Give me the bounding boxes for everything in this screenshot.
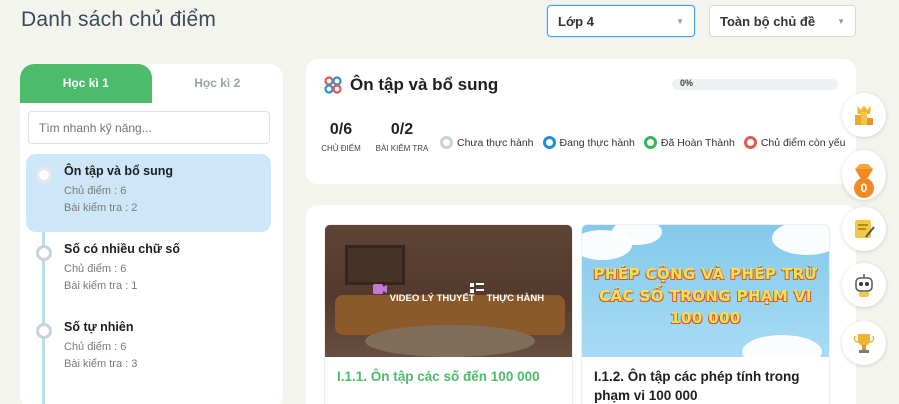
lesson-banner-text: PHÉP CỘNG VÀ PHÉP TRỪ CÁC SỐ TRONG PHẠM … — [582, 263, 829, 329]
video-theory-label: VIDEO LÝ THUYẾT — [389, 293, 475, 304]
video-theory-button[interactable]: VIDEO LÝ THUYẾT — [373, 283, 475, 304]
skill-tests-count: Bài kiểm tra : 2 — [64, 202, 138, 214]
topics-count: 0/6 — [329, 121, 353, 138]
banner-line: PHÉP CỘNG VÀ PHÉP TRỪ — [593, 265, 818, 283]
page-title: Danh sách chủ điểm — [21, 8, 217, 31]
gem-count-badge: 0 — [854, 178, 874, 198]
chevron-down-icon: ▼ — [676, 16, 684, 26]
tests-label: Bài kiểm tra — [375, 144, 429, 153]
lesson-thumbnail: VIDEO LÝ THUYẾT THỰC HÀNH — [325, 225, 572, 357]
summary-header: Ôn tập và bổ sung — [324, 75, 498, 95]
apps-icon — [324, 76, 342, 94]
skill-item[interactable]: Ôn tập và bổ sung Chủ điểm : 6 Bài kiểm … — [26, 154, 271, 232]
skill-name: Ôn tập và bổ sung — [64, 164, 174, 178]
legend-label: Chưa thực hành — [457, 136, 534, 149]
status-ring-icon — [643, 136, 657, 149]
certificate-button[interactable] — [842, 207, 886, 251]
status-ring-icon — [542, 136, 556, 149]
certificate-icon — [855, 220, 875, 238]
skill-item[interactable]: Số có nhiều chữ số Chủ điểm : 6 Bài kiểm… — [26, 232, 271, 310]
progress-bar: 0% — [672, 78, 838, 90]
grade-select-value: Lớp 4 — [558, 13, 594, 29]
skill-search-input[interactable] — [28, 111, 270, 144]
skill-topics-count: Chủ điểm : 6 — [64, 341, 127, 353]
robot-icon — [855, 274, 873, 297]
topics-label: Chủ điểm — [321, 144, 361, 153]
legend-in-progress: Đang thực hành — [542, 136, 635, 149]
legend-completed: Đã Hoàn Thành — [643, 136, 735, 149]
semester-tabs: Học kì 1 Học kì 2 — [20, 64, 283, 103]
legend-label: Đã Hoàn Thành — [660, 136, 735, 149]
legend-not-started: Chưa thực hành — [440, 136, 534, 149]
status-dot-icon — [36, 245, 52, 261]
lesson-thumbnail: PHÉP CỘNG VÀ PHÉP TRỪ CÁC SỐ TRONG PHẠM … — [582, 225, 829, 357]
legend-label: Chủ điểm còn yếu — [760, 136, 846, 149]
status-legend: Chưa thực hành Đang thực hành Đã Hoàn Th… — [440, 136, 845, 149]
lesson-title: I.1.2. Ôn tập các phép tính trong phạm v… — [594, 369, 800, 403]
banner-line: 100 000 — [670, 309, 741, 327]
progress-percent: 0% — [680, 78, 694, 88]
skill-name: Số có nhiều chữ số — [64, 242, 181, 256]
skill-name: Số tự nhiên — [64, 320, 134, 334]
ranking-button[interactable] — [842, 93, 886, 137]
legend-weak: Chủ điểm còn yếu — [743, 136, 846, 149]
lesson-card[interactable]: PHÉP CỘNG VÀ PHÉP TRỪ CÁC SỐ TRONG PHẠM … — [581, 224, 830, 404]
practice-label: THỰC HÀNH — [486, 293, 545, 304]
chevron-down-icon: ▼ — [837, 16, 845, 26]
skills-list-container: Ôn tập và bổ sung Chủ điểm : 6 Bài kiểm … — [26, 103, 275, 404]
gems-button[interactable]: 0 — [842, 150, 886, 200]
topics-stat: 0/6 Chủ điểm — [306, 121, 376, 153]
grade-select[interactable]: Lớp 4 ▼ — [547, 5, 695, 37]
lesson-title: I.1.1. Ôn tập các số đến 100 000 — [337, 369, 540, 384]
tab-semester-1[interactable]: Học kì 1 — [20, 64, 152, 103]
skill-topics-count: Chủ điểm : 6 — [64, 263, 127, 275]
topic-select[interactable]: Toàn bộ chủ đề ▼ — [709, 5, 856, 37]
status-dot-icon — [36, 323, 52, 339]
topic-select-value: Toàn bộ chủ đề — [720, 13, 816, 29]
skill-summary-card: Ôn tập và bổ sung 0% 0/6 Chủ điểm 0/2 Bà… — [306, 59, 856, 184]
trophy-icon — [853, 334, 875, 353]
summary-title: Ôn tập và bổ sung — [350, 75, 499, 94]
skill-tests-count: Bài kiểm tra : 3 — [64, 358, 138, 370]
robot-button[interactable] — [842, 263, 886, 307]
ranking-icon — [855, 105, 873, 125]
tab-semester-2[interactable]: Học kì 2 — [152, 64, 284, 103]
status-ring-icon — [743, 136, 757, 149]
tests-count: 0/2 — [390, 121, 414, 138]
trophy-button[interactable] — [842, 321, 886, 365]
skill-item[interactable]: Số tự nhiên Chủ điểm : 6 Bài kiểm tra : … — [26, 310, 271, 388]
banner-line: CÁC SỐ TRONG PHẠM VI — [599, 287, 812, 305]
lessons-panel: VIDEO LÝ THUYẾT THỰC HÀNH I.1.1. Ôn tập … — [306, 205, 856, 404]
tests-stat: 0/2 Bài kiểm tra — [372, 121, 432, 153]
status-ring-icon — [440, 136, 453, 149]
legend-label: Đang thực hành — [559, 136, 635, 149]
status-dot-icon — [36, 167, 52, 183]
cloud-illustration — [772, 225, 829, 255]
cloud-illustration — [742, 335, 822, 357]
skills-panel: Học kì 1 Học kì 2 Ôn tập và bổ sung Chủ … — [20, 64, 283, 404]
practice-icon — [470, 283, 484, 293]
video-icon — [373, 284, 387, 294]
practice-button[interactable]: THỰC HÀNH — [470, 283, 544, 304]
skill-tests-count: Bài kiểm tra : 1 — [64, 280, 138, 292]
skill-topics-count: Chủ điểm : 6 — [64, 185, 127, 197]
lesson-card[interactable]: VIDEO LÝ THUYẾT THỰC HÀNH I.1.1. Ôn tập … — [324, 224, 573, 404]
